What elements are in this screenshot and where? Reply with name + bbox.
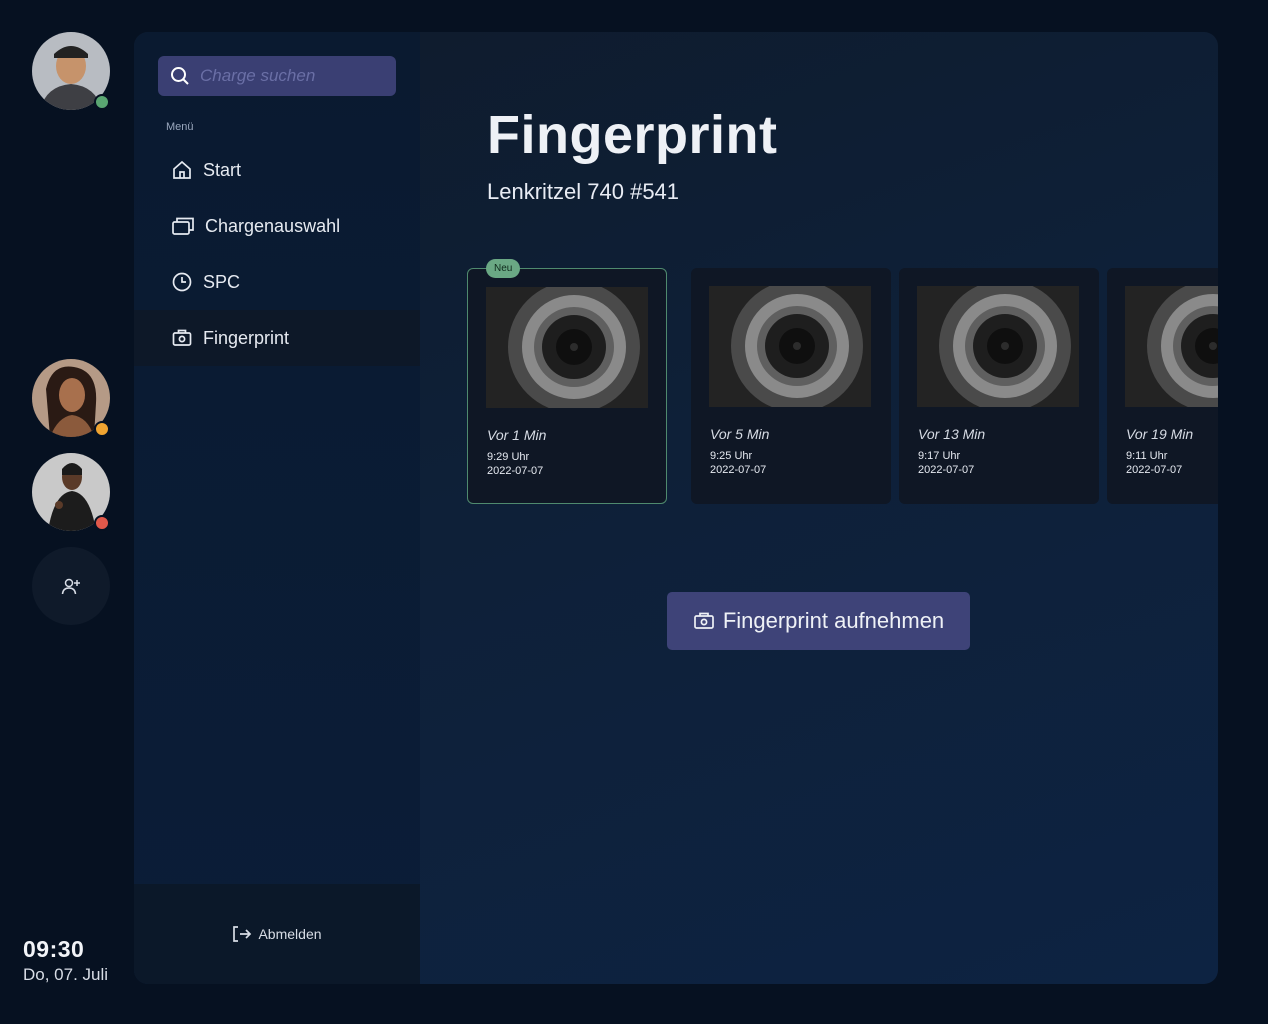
sidebar-item-start[interactable]: Start xyxy=(134,142,420,198)
camera-icon xyxy=(693,612,714,629)
status-online-dot xyxy=(94,94,110,110)
card-age: Vor 13 Min xyxy=(918,426,986,442)
logout-label: Abmelden xyxy=(258,926,322,942)
sidebar-item-chargenauswahl[interactable]: Chargenauswahl xyxy=(134,198,420,254)
fingerprint-card[interactable]: Vor 13 Min 9:17 Uhr 2022-07-07 xyxy=(899,268,1099,504)
user-avatar-3[interactable] xyxy=(32,453,110,531)
user-avatar-2[interactable] xyxy=(32,359,110,437)
sidebar: Menü Start Chargenauswahl SPC Fingerprin… xyxy=(134,32,420,984)
sidebar-item-fingerprint[interactable]: Fingerprint xyxy=(134,310,420,366)
status-busy-dot xyxy=(94,515,110,531)
fingerprint-card[interactable]: Vor 19 Min 9:11 Uhr 2022-07-07 xyxy=(1107,268,1218,504)
card-age: Vor 5 Min xyxy=(710,426,770,442)
stack-icon xyxy=(172,217,194,235)
logout-icon xyxy=(233,926,252,942)
clock: 09:30 Do, 07. Juli xyxy=(23,936,108,985)
card-date: 2022-07-07 xyxy=(487,465,544,477)
search-box[interactable] xyxy=(158,56,396,96)
card-age: Vor 1 Min xyxy=(487,427,547,443)
card-date: 2022-07-07 xyxy=(918,464,975,476)
card-time: 9:17 Uhr xyxy=(918,450,961,462)
camera-icon xyxy=(172,329,192,346)
page-subtitle: Lenkritzel 740 #541 xyxy=(487,179,680,204)
main-panel: Menü Start Chargenauswahl SPC Fingerprin… xyxy=(134,32,1218,984)
card-date: 2022-07-07 xyxy=(710,464,767,476)
card-time: 9:11 Uhr xyxy=(1126,450,1168,462)
add-user-icon xyxy=(61,578,80,595)
sidebar-item-label: Chargenauswahl xyxy=(205,215,341,236)
status-away-dot xyxy=(94,421,110,437)
new-badge: Neu xyxy=(486,259,521,278)
sidebar-item-label: Start xyxy=(203,159,242,180)
menu-label: Menü xyxy=(166,121,194,133)
card-time: 9:29 Uhr xyxy=(487,451,530,463)
fingerprint-card[interactable]: Vor 5 Min 9:25 Uhr 2022-07-07 xyxy=(691,268,891,504)
clock-date: Do, 07. Juli xyxy=(23,965,109,984)
sidebar-item-spc[interactable]: SPC xyxy=(134,254,420,310)
sidebar-item-label: Fingerprint xyxy=(203,327,290,348)
card-age: Vor 19 Min xyxy=(1126,426,1194,442)
user-rail: 09:30 Do, 07. Juli xyxy=(0,0,134,1024)
fingerprint-image xyxy=(486,287,648,408)
search-input[interactable] xyxy=(200,66,390,86)
logout-button[interactable]: Abmelden xyxy=(232,925,322,943)
card-time: 9:25 Uhr xyxy=(710,450,753,462)
card-date: 2022-07-07 xyxy=(1126,464,1183,476)
fingerprint-card[interactable]: Neu Vor 1 Min 9:29 Uhr 2022-07-07 xyxy=(467,259,667,504)
add-user-button[interactable] xyxy=(32,547,110,625)
sidebar-item-label: SPC xyxy=(203,271,241,292)
page-title: Fingerprint xyxy=(487,105,778,165)
home-icon xyxy=(173,160,191,179)
clock-icon xyxy=(172,272,192,292)
fingerprint-image xyxy=(709,286,871,407)
capture-button-label: Fingerprint aufnehmen xyxy=(722,608,945,633)
content-area: Fingerprint Lenkritzel 740 #541 Neu Vor … xyxy=(420,32,1218,984)
capture-fingerprint-button[interactable]: Fingerprint aufnehmen xyxy=(667,592,970,650)
user-avatar-1[interactable] xyxy=(32,32,110,110)
clock-time: 09:30 xyxy=(23,936,85,962)
fingerprint-image xyxy=(917,286,1079,407)
search-icon xyxy=(171,67,189,85)
fingerprint-image xyxy=(1125,286,1218,407)
logout-area: Abmelden xyxy=(134,884,420,984)
